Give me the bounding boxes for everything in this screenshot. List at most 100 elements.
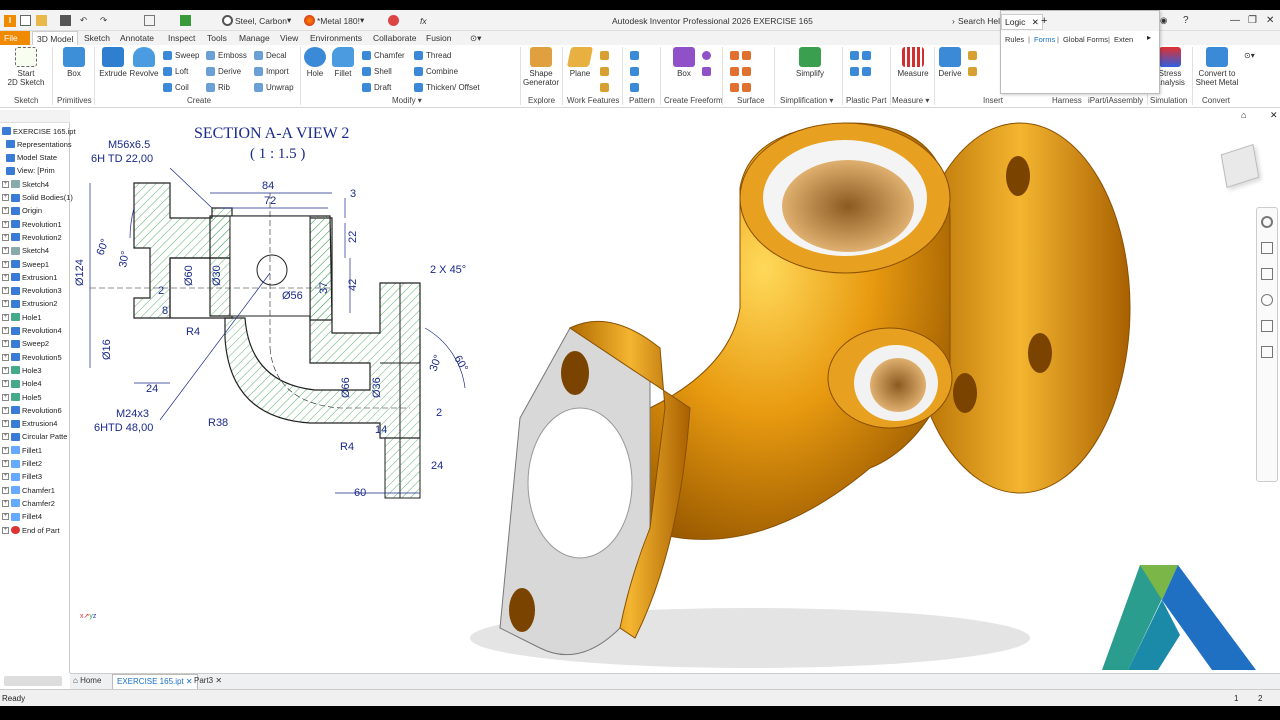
expand-icon[interactable]: + <box>2 513 9 521</box>
adjust-icon[interactable] <box>388 13 401 28</box>
user-icon[interactable]: ◉ <box>1160 13 1167 28</box>
shell-button[interactable]: Shell <box>362 65 392 77</box>
box-primitive-button[interactable]: Box <box>60 47 88 78</box>
browser-item[interactable]: Model State <box>6 152 57 164</box>
tab-tools[interactable]: Tools <box>203 31 231 45</box>
expand-icon[interactable]: + <box>2 327 9 334</box>
ribbon-options-icon[interactable]: ⊙▾ <box>1244 49 1255 61</box>
parameters-fx-icon[interactable]: fx <box>420 13 427 28</box>
tab-3d-model[interactable]: 3D Model <box>32 31 79 45</box>
sweep-button[interactable]: Sweep <box>163 49 199 61</box>
fillet-button[interactable]: Fillet <box>331 47 355 78</box>
material-select[interactable]: Steel, Carbon ▾ <box>222 13 291 28</box>
undo-icon[interactable]: ↶ <box>80 13 87 28</box>
plastic-grill-icon[interactable] <box>850 49 874 61</box>
browser-item[interactable]: + Extrusion4 <box>2 418 57 430</box>
browser-item[interactable]: + Sketch4 <box>2 178 49 190</box>
tab-sketch[interactable]: Sketch <box>80 31 114 45</box>
expand-icon[interactable]: + <box>2 300 9 308</box>
browser-item[interactable]: + Hole1 <box>2 311 42 323</box>
browser-item[interactable]: EXERCISE 165.ipt <box>2 125 76 137</box>
tab-inspect[interactable]: Inspect <box>164 31 199 45</box>
simplify-button[interactable]: Simplify <box>790 47 830 78</box>
home-icon[interactable] <box>144 13 157 28</box>
help-icon[interactable]: ? <box>1183 13 1189 28</box>
freeform-more-icon[interactable] <box>702 65 714 77</box>
thread-button[interactable]: Thread <box>414 49 451 61</box>
browser-item[interactable]: + Sketch4 <box>2 245 49 257</box>
expand-icon[interactable]: + <box>2 393 9 401</box>
browser-item[interactable]: + Circular Patte <box>2 431 67 443</box>
expand-icon[interactable]: + <box>2 380 9 388</box>
browser-item[interactable]: + Revolution6 <box>2 404 62 416</box>
tab-file[interactable]: File <box>0 31 30 45</box>
surface-stitch-icon[interactable] <box>730 49 754 61</box>
unwrap-button[interactable]: Unwrap <box>254 81 294 93</box>
expand-icon[interactable]: + <box>2 247 9 255</box>
derive-button[interactable]: Derive <box>206 65 241 77</box>
browser-scrollbar[interactable] <box>4 676 62 686</box>
new-icon[interactable] <box>20 13 33 28</box>
zoom-icon[interactable] <box>1261 268 1273 280</box>
expand-icon[interactable]: + <box>2 340 9 348</box>
tab-environments[interactable]: Environments <box>306 31 366 45</box>
freeform-box-button[interactable]: Box <box>672 47 696 78</box>
browser-item[interactable]: + Fillet2 <box>2 458 42 470</box>
browser-item[interactable]: + Fillet3 <box>2 471 42 483</box>
coil-button[interactable]: Coil <box>163 81 189 93</box>
expand-icon[interactable]: + <box>2 499 9 507</box>
expand-icon[interactable]: + <box>2 287 9 295</box>
browser-item[interactable]: + Hole3 <box>2 364 42 376</box>
rib-button[interactable]: Rib <box>206 81 230 93</box>
tab-view[interactable]: View <box>276 31 302 45</box>
emboss-button[interactable]: Emboss <box>206 49 247 61</box>
decal-button[interactable]: Decal <box>254 49 286 61</box>
close-icon[interactable]: ✕ <box>1266 13 1274 28</box>
zoom-all-icon[interactable] <box>1261 346 1273 358</box>
plane-button[interactable]: Plane <box>566 47 594 78</box>
save-icon[interactable] <box>60 13 73 28</box>
open-icon[interactable] <box>36 13 49 28</box>
expand-icon[interactable]: + <box>2 366 9 374</box>
browser-item[interactable]: + Solid Bodies(1) <box>2 192 73 204</box>
redo-icon[interactable]: ↷ <box>100 13 107 28</box>
insert-image-icon[interactable] <box>968 65 980 77</box>
browser-item[interactable]: + Hole4 <box>2 378 42 390</box>
browser-item[interactable]: + Revolution3 <box>2 285 62 297</box>
expand-icon[interactable]: + <box>2 273 9 281</box>
orbit-icon[interactable] <box>1261 294 1273 306</box>
insert-more-icon[interactable] <box>968 49 980 61</box>
chevron-right-icon[interactable]: ▸ <box>1147 33 1151 42</box>
expand-icon[interactable]: + <box>2 420 9 428</box>
mirror-icon[interactable] <box>630 81 642 93</box>
logic-tab-global-forms[interactable]: Global Forms <box>1063 35 1108 44</box>
expand-icon[interactable]: + <box>2 194 9 201</box>
browser-item[interactable]: + End of Part <box>2 524 60 536</box>
hole-button[interactable]: Hole <box>303 47 327 78</box>
browser-item[interactable]: + Revolution2 <box>2 231 62 243</box>
browser-item[interactable]: + Fillet1 <box>2 444 42 456</box>
circular-pattern-icon[interactable] <box>630 65 642 77</box>
browser-item[interactable]: + Hole5 <box>2 391 42 403</box>
expand-icon[interactable]: + <box>2 207 9 215</box>
expand-icon[interactable]: + <box>2 353 9 361</box>
chevron-right-icon[interactable]: › <box>952 13 955 28</box>
shape-generator-button[interactable]: Shape Generator <box>522 47 560 87</box>
expand-icon[interactable]: + <box>2 433 9 441</box>
tab-collaborate[interactable]: Collaborate <box>369 31 420 45</box>
expand-icon[interactable]: + <box>2 406 9 414</box>
app-icon[interactable]: I <box>4 13 16 28</box>
expand-icon[interactable]: + <box>2 233 9 241</box>
expand-icon[interactable]: + <box>2 313 9 321</box>
minimize-icon[interactable]: — <box>1230 13 1240 28</box>
browser-item[interactable]: View: [Prim <box>6 165 55 177</box>
search-help-input[interactable]: Search Help <box>958 13 1000 28</box>
logic-tab[interactable]: Logic ✕ <box>1001 14 1043 30</box>
tab-manage[interactable]: Manage <box>235 31 274 45</box>
restore-icon[interactable]: ❐ <box>1248 13 1257 28</box>
browser-item[interactable]: + Revolution5 <box>2 351 62 363</box>
browser-item[interactable]: + Chamfer1 <box>2 484 55 496</box>
browser-item[interactable]: + Fillet4 <box>2 511 42 523</box>
point-icon[interactable] <box>600 65 612 77</box>
logic-tab-forms[interactable]: Forms <box>1034 35 1055 44</box>
